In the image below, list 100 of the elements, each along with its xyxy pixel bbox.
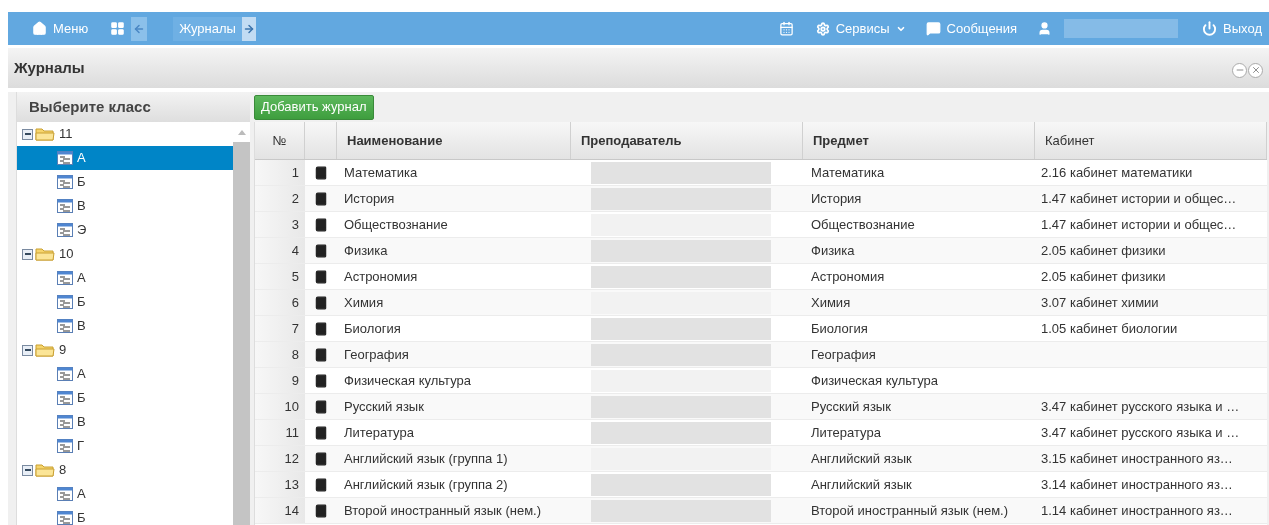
row-number: 10	[255, 394, 305, 419]
tree-item[interactable]: Э	[17, 218, 233, 242]
book-icon	[314, 373, 328, 388]
row-number: 3	[255, 212, 305, 237]
folder-icon	[35, 127, 55, 141]
scrollbar[interactable]	[233, 122, 250, 525]
column-header[interactable]: Кабинет	[1035, 122, 1267, 159]
tree-group[interactable]: 11	[17, 122, 233, 146]
column-header[interactable]: Наименование	[337, 122, 571, 159]
tree-item[interactable]: Г	[17, 434, 233, 458]
collapse-icon[interactable]	[22, 464, 33, 476]
table-row[interactable]: 9 Физическая культура Физическая культура	[255, 368, 1267, 394]
column-header[interactable]: Предмет	[803, 122, 1035, 159]
row-number: 14	[255, 498, 305, 523]
folder-icon	[35, 463, 55, 477]
tree-group[interactable]: 8	[17, 458, 233, 482]
tree-item[interactable]: В	[17, 194, 233, 218]
table-row[interactable]: 7 Биология Биология 1.05 кабинет биологии	[255, 316, 1267, 342]
tree-item[interactable]: Б	[17, 290, 233, 314]
row-number: 4	[255, 238, 305, 263]
table-row[interactable]: 11 Литература Литература 3.47 кабинет русского языка и …	[255, 420, 1267, 446]
tree-item[interactable]: В	[17, 410, 233, 434]
table-cell-text: Русский язык	[343, 397, 425, 416]
table-row[interactable]: 2 История История 1.47 кабинет истории и общес…	[255, 186, 1267, 212]
collapse-icon[interactable]	[22, 128, 33, 140]
book-icon	[314, 425, 328, 440]
tree-group[interactable]: 9	[17, 338, 233, 362]
list-icon	[57, 367, 73, 381]
table-cell-text: Английский язык	[810, 475, 913, 494]
list-icon	[57, 319, 73, 333]
table-cell-text: Второй иностранный язык (нем.)	[343, 501, 543, 520]
table-row[interactable]: 10 Русский язык Русский язык 3.47 кабинет русского языка и …	[255, 394, 1267, 420]
table-cell-text: 3.14 кабинет иностранного яз…	[1040, 475, 1234, 494]
power-icon	[1202, 21, 1218, 36]
table-cell-text: Английский язык	[810, 449, 913, 468]
table-row[interactable]: 3 Обществознание Обществознание 1.47 кабинет истории и общес…	[255, 212, 1267, 238]
user-icon[interactable]	[1037, 21, 1053, 36]
list-icon	[57, 199, 73, 213]
tree-group[interactable]: 10	[17, 242, 233, 266]
minimize-button[interactable]	[1232, 62, 1247, 78]
tree-item[interactable]: А	[17, 146, 233, 170]
table-row[interactable]: 1 Математика Математика 2.16 кабинет математики	[255, 160, 1267, 186]
table-cell-text: Биология	[810, 319, 869, 338]
folder-icon	[35, 247, 55, 261]
home-icon	[32, 21, 47, 36]
table-row[interactable]: 4 Физика Физика 2.05 кабинет физики	[255, 238, 1267, 264]
table-cell-text: 1.14 кабинет иностранного яз…	[1040, 501, 1234, 520]
table-row[interactable]: 5 Астрономия Астрономия 2.05 кабинет физики	[255, 264, 1267, 290]
tree-title: Выберите класс	[29, 96, 151, 117]
collapse-icon[interactable]	[22, 248, 33, 260]
tree-item[interactable]: Б	[17, 506, 233, 525]
tree-item[interactable]: Б	[17, 170, 233, 194]
table-cell-text: Математика	[343, 163, 419, 182]
table-cell-text: Обществознание	[810, 215, 916, 234]
table-row[interactable]: 8 География География	[255, 342, 1267, 368]
scroll-up-icon[interactable]	[237, 129, 246, 135]
table-cell-text: 3.07 кабинет химии	[1040, 293, 1160, 312]
forward-arrow-icon	[242, 22, 255, 35]
book-icon	[314, 399, 328, 414]
group-label: 10	[59, 245, 74, 264]
table-cell-text: Обществознание	[343, 215, 449, 234]
collapse-icon[interactable]	[22, 344, 33, 356]
tree-item[interactable]: Б	[17, 386, 233, 410]
table-cell-text: 3.47 кабинет русского языка и …	[1040, 423, 1241, 442]
book-icon	[314, 243, 328, 258]
table-cell-text: Английский язык (группа 2)	[343, 475, 509, 494]
table-row[interactable]: 14 Второй иностранный язык (нем.) Второй иностранный язык (нем.) 1.14 кабинет иностранного яз…	[255, 498, 1267, 524]
row-number: 8	[255, 342, 305, 367]
table-cell-text: 2.05 кабинет физики	[1040, 241, 1167, 260]
column-header[interactable]: №	[255, 122, 305, 159]
book-icon	[314, 295, 328, 310]
back-button[interactable]	[131, 16, 148, 41]
table-cell-text: Литература	[343, 423, 415, 442]
table-cell-text: Физика	[810, 241, 856, 260]
group-label: 11	[59, 125, 73, 144]
list-icon	[57, 271, 73, 285]
table-row[interactable]: 6 Химия Химия 3.07 кабинет химии	[255, 290, 1267, 316]
row-number: 12	[255, 446, 305, 471]
list-icon	[57, 175, 73, 189]
table-row[interactable]: 12 Английский язык (группа 1) Английский язык 3.15 кабинет иностранного яз…	[255, 446, 1267, 472]
book-icon	[314, 503, 328, 518]
table-cell-text: История	[343, 189, 396, 208]
row-number: 6	[255, 290, 305, 315]
tree-item[interactable]: А	[17, 266, 233, 290]
close-button[interactable]	[1248, 62, 1263, 78]
table-row[interactable]: 13 Английский язык (группа 2) Английский язык 3.14 кабинет иностранного яз…	[255, 472, 1267, 498]
grid-icon[interactable]	[110, 21, 126, 36]
settings-icon	[815, 21, 830, 36]
list-icon	[57, 487, 73, 501]
table-cell-text: География	[810, 345, 877, 364]
group-label: 9	[59, 341, 67, 360]
column-header[interactable]: Преподаватель	[571, 122, 803, 159]
row-number: 7	[255, 316, 305, 341]
row-number: 1	[255, 160, 305, 185]
book-icon	[314, 347, 328, 362]
list-icon	[57, 439, 73, 453]
tree-item[interactable]: А	[17, 362, 233, 386]
tree-item[interactable]: А	[17, 482, 233, 506]
tree-item[interactable]: В	[17, 314, 233, 338]
calendar-icon[interactable]	[778, 21, 794, 36]
